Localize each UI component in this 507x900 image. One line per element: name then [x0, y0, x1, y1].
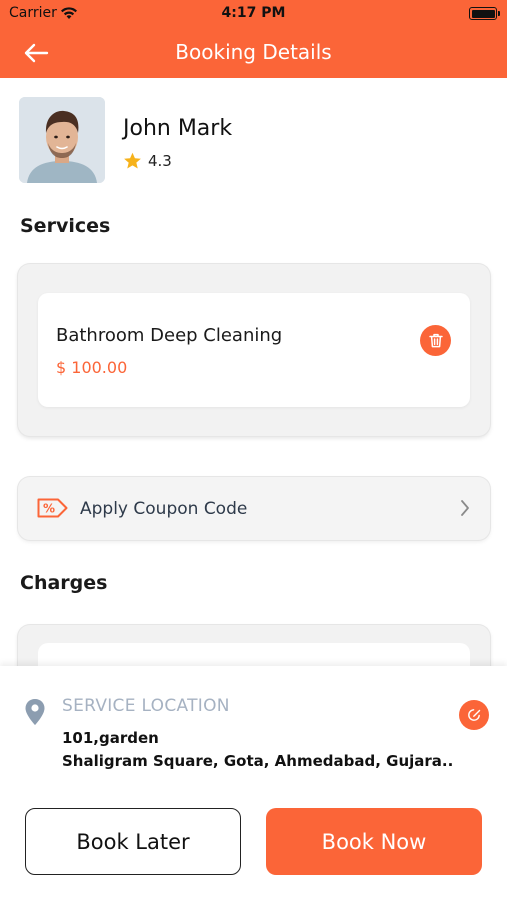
battery-icon [469, 7, 500, 20]
page-title: Booking Details [175, 40, 332, 64]
service-price: $ 100.00 [56, 358, 128, 377]
booking-footer: SERVICE LOCATION 101,garden Shaligram Sq… [0, 666, 507, 900]
edit-location-button[interactable] [459, 700, 489, 730]
location-pin-icon [24, 698, 46, 730]
status-time: 4:17 PM [221, 5, 286, 21]
provider-avatar [19, 97, 105, 183]
coupon-label: Apply Coupon Code [80, 499, 248, 519]
address-line-2: Shaligram Square, Gota, Ahmedabad, Gujar… [62, 752, 452, 770]
provider-name: John Mark [123, 116, 233, 141]
delete-service-button[interactable] [420, 325, 451, 356]
service-location-label: SERVICE LOCATION [62, 696, 230, 716]
services-card: Bathroom Deep Cleaning $ 100.00 [18, 264, 490, 436]
address-line-1: 101,garden [62, 729, 159, 747]
book-later-button[interactable]: Book Later [25, 808, 241, 875]
trash-icon [428, 333, 443, 348]
coupon-tag-icon: % [37, 498, 68, 522]
edit-icon [468, 709, 481, 721]
star-icon [124, 152, 141, 169]
chevron-right-icon [460, 499, 470, 521]
apply-coupon-button[interactable]: % Apply Coupon Code [18, 477, 490, 540]
provider-rating: 4.3 [123, 152, 172, 170]
svg-text:%: % [43, 502, 55, 516]
rating-value: 4.3 [148, 152, 172, 170]
service-name: Bathroom Deep Cleaning [56, 325, 283, 346]
nav-bar: Booking Details [0, 28, 507, 78]
status-bar: Carrier 4:17 PM [0, 0, 507, 28]
book-now-button[interactable]: Book Now [266, 808, 482, 875]
service-item: Bathroom Deep Cleaning $ 100.00 [38, 293, 470, 407]
charges-heading: Charges [20, 572, 108, 594]
services-heading: Services [20, 215, 111, 237]
